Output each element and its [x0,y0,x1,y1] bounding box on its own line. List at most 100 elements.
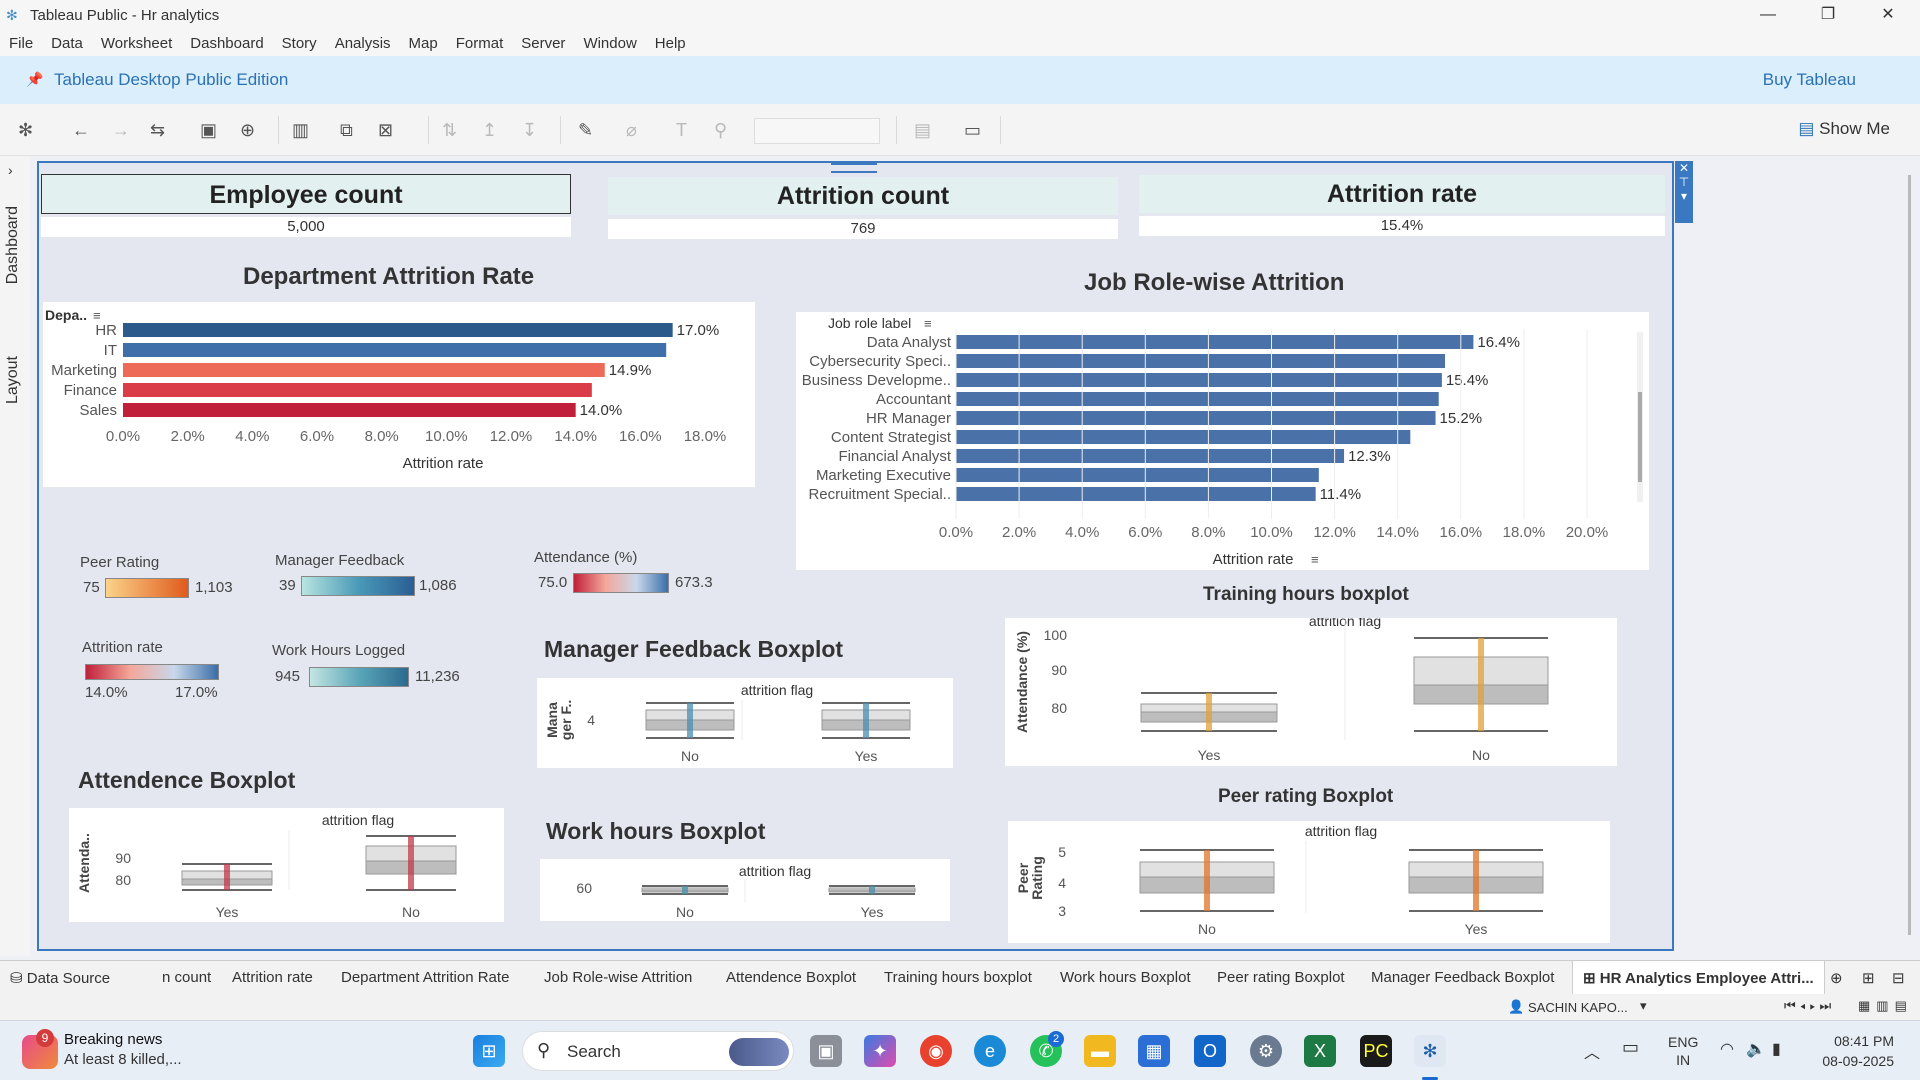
tableau-taskbar-icon[interactable]: ✻ [1414,1035,1446,1067]
restore-button[interactable]: ❐ [1800,0,1856,30]
menu-file[interactable]: File [0,35,42,52]
tab-attrition-rate[interactable]: Attrition rate [232,969,313,986]
menu-data[interactable]: Data [42,35,92,52]
tab-training-hours-boxplot[interactable]: Training hours boxplot [884,969,1032,986]
sheet-navigation-icons[interactable]: ⏮◂▸⏭ [1784,998,1835,1014]
bar[interactable] [123,323,673,337]
data-points-strip[interactable] [1206,693,1212,731]
remove-icon[interactable]: ✕ [1675,161,1693,175]
tab-count[interactable]: n count [162,969,211,986]
news-title[interactable]: Breaking news [64,1031,162,1048]
edge-icon[interactable]: e [974,1035,1006,1067]
vertical-scrollbar[interactable] [1908,175,1911,935]
user-menu-chevron-icon[interactable]: ▾ [1640,998,1647,1014]
data-points-strip[interactable] [224,864,230,890]
dashboard-tab[interactable]: Dashboard [4,206,22,284]
file-explorer-icon[interactable]: ▬ [1084,1035,1116,1067]
more-options-icon[interactable]: ▾ [1675,189,1693,203]
close-button[interactable]: ✕ [1860,0,1916,30]
show-cards-icon[interactable]: ▤ [914,120,931,141]
clear-sheet-icon[interactable]: ⊠ [378,120,393,141]
tab-manager-feedback-boxplot[interactable]: Manager Feedback Boxplot [1371,969,1554,986]
redo-icon[interactable]: → [112,120,130,141]
sort-asc-icon[interactable]: ↥ [482,120,497,141]
peer-boxplot[interactable]: attrition flagPeerRating543No Yes [1008,821,1610,943]
bar[interactable] [123,403,576,417]
volume-icon[interactable]: 🔈 [1746,1039,1766,1059]
tab-department-attrition-rate[interactable]: Department Attrition Rate [341,969,509,986]
copilot-icon[interactable]: ✦ [864,1035,896,1067]
layout-tab[interactable]: Layout [4,356,22,404]
language-indicator[interactable]: ENG IN [1668,1033,1698,1069]
menu-format[interactable]: Format [447,35,513,52]
undo-icon[interactable]: ← [72,120,90,141]
drag-handle[interactable] [831,163,877,173]
tab-work-hours-boxplot[interactable]: Work hours Boxplot [1060,969,1191,986]
tab-attendence-boxplot[interactable]: Attendence Boxplot [726,969,856,986]
fix-axes-icon[interactable]: ⚲ [714,120,727,141]
label-icon[interactable]: T [676,120,687,141]
data-points-strip[interactable] [863,703,869,738]
taskbar-search[interactable]: ⚲ Search [522,1031,794,1071]
menu-help[interactable]: Help [646,35,695,52]
menu-server[interactable]: Server [512,35,574,52]
menu-dashboard[interactable]: Dashboard [181,35,272,52]
data-points-strip[interactable] [1478,638,1484,731]
bar[interactable] [956,411,1436,425]
chrome-icon[interactable]: ◉ [920,1035,952,1067]
group-icon[interactable]: ⌀ [626,120,637,141]
bar[interactable] [123,343,667,357]
bar[interactable] [956,430,1411,444]
sort-icon[interactable]: ≡ [924,316,932,331]
dept-bar-chart[interactable]: Depa.. ≡ HR 17.0% IT Marketing 14.9% Finance S… [43,302,755,487]
bar[interactable] [956,392,1439,406]
sheet-view-icons[interactable]: ▦▥▤ [1858,998,1913,1014]
bar[interactable] [956,354,1446,368]
presentation-mode-icon[interactable]: ▭ [964,120,981,141]
object-controls[interactable]: ✕ ⊤ ▾ [1675,161,1693,223]
scrollbar-thumb[interactable] [1638,392,1642,482]
bar[interactable] [956,335,1474,349]
task-view-icon[interactable]: ▣ [810,1035,842,1067]
outlook-icon[interactable]: O [1194,1035,1226,1067]
data-points-strip[interactable] [408,836,414,890]
bar[interactable] [956,449,1345,463]
tray-chevron-icon[interactable]: ︿ [1584,1039,1600,1063]
tab-data-source[interactable]: ⛁ Data Source [10,969,110,987]
bar[interactable] [956,487,1316,501]
duplicate-sheet-icon[interactable]: ⧉ [340,120,353,141]
menu-map[interactable]: Map [400,35,447,52]
new-dashboard-tab-icon[interactable]: ⊞ [1862,969,1875,987]
bar[interactable] [956,468,1319,482]
attendance-boxplot[interactable]: attrition flag Attenda.. 90 80 Yes No [69,808,504,922]
tab-peer-rating-boxplot[interactable]: Peer rating Boxplot [1217,969,1345,986]
menu-worksheet[interactable]: Worksheet [92,35,181,52]
new-worksheet-tab-icon[interactable]: ⊕ [1830,969,1843,987]
work-boxplot[interactable]: attrition flag 60 No Yes [540,859,950,921]
bar[interactable] [123,383,592,397]
pin-icon[interactable]: 📌 [26,71,43,88]
wifi-icon[interactable]: ◠ [1720,1039,1734,1059]
buy-tableau-link[interactable]: Buy Tableau [1763,70,1856,90]
menu-analysis[interactable]: Analysis [326,35,400,52]
new-worksheet-icon[interactable]: ▥ [292,120,309,141]
bar[interactable] [956,373,1442,387]
news-subtitle[interactable]: At least 8 killed,... [64,1051,182,1068]
pin-object-icon[interactable]: ⊤ [1675,175,1693,189]
data-points-strip[interactable] [1204,850,1210,911]
settings-icon[interactable]: ⚙ [1250,1035,1282,1067]
swap-icon[interactable]: ⇅ [442,120,457,141]
job-bar-chart[interactable]: Job role label ≡ Data Analyst 16.4% Cybers… [796,312,1649,570]
show-me-button[interactable]: ▤ Show Me [1798,119,1890,139]
replay-icon[interactable]: ⇆ [150,120,165,141]
menu-window[interactable]: Window [574,35,645,52]
tray-display-icon[interactable]: ▭ [1622,1037,1639,1058]
sort-icon[interactable]: ≡ [1311,552,1319,567]
expand-chevron-icon[interactable]: › [8,162,13,178]
fit-dropdown[interactable] [754,118,880,144]
sort-desc-icon[interactable]: ↧ [522,120,537,141]
bar[interactable] [123,363,605,377]
manager-boxplot[interactable]: attrition flagManager F.. 4No Yes [537,678,953,768]
clock[interactable]: 08:41 PM 08-09-2025 [1814,1031,1894,1071]
tab-job-role-wise-attrition[interactable]: Job Role-wise Attrition [544,969,692,986]
